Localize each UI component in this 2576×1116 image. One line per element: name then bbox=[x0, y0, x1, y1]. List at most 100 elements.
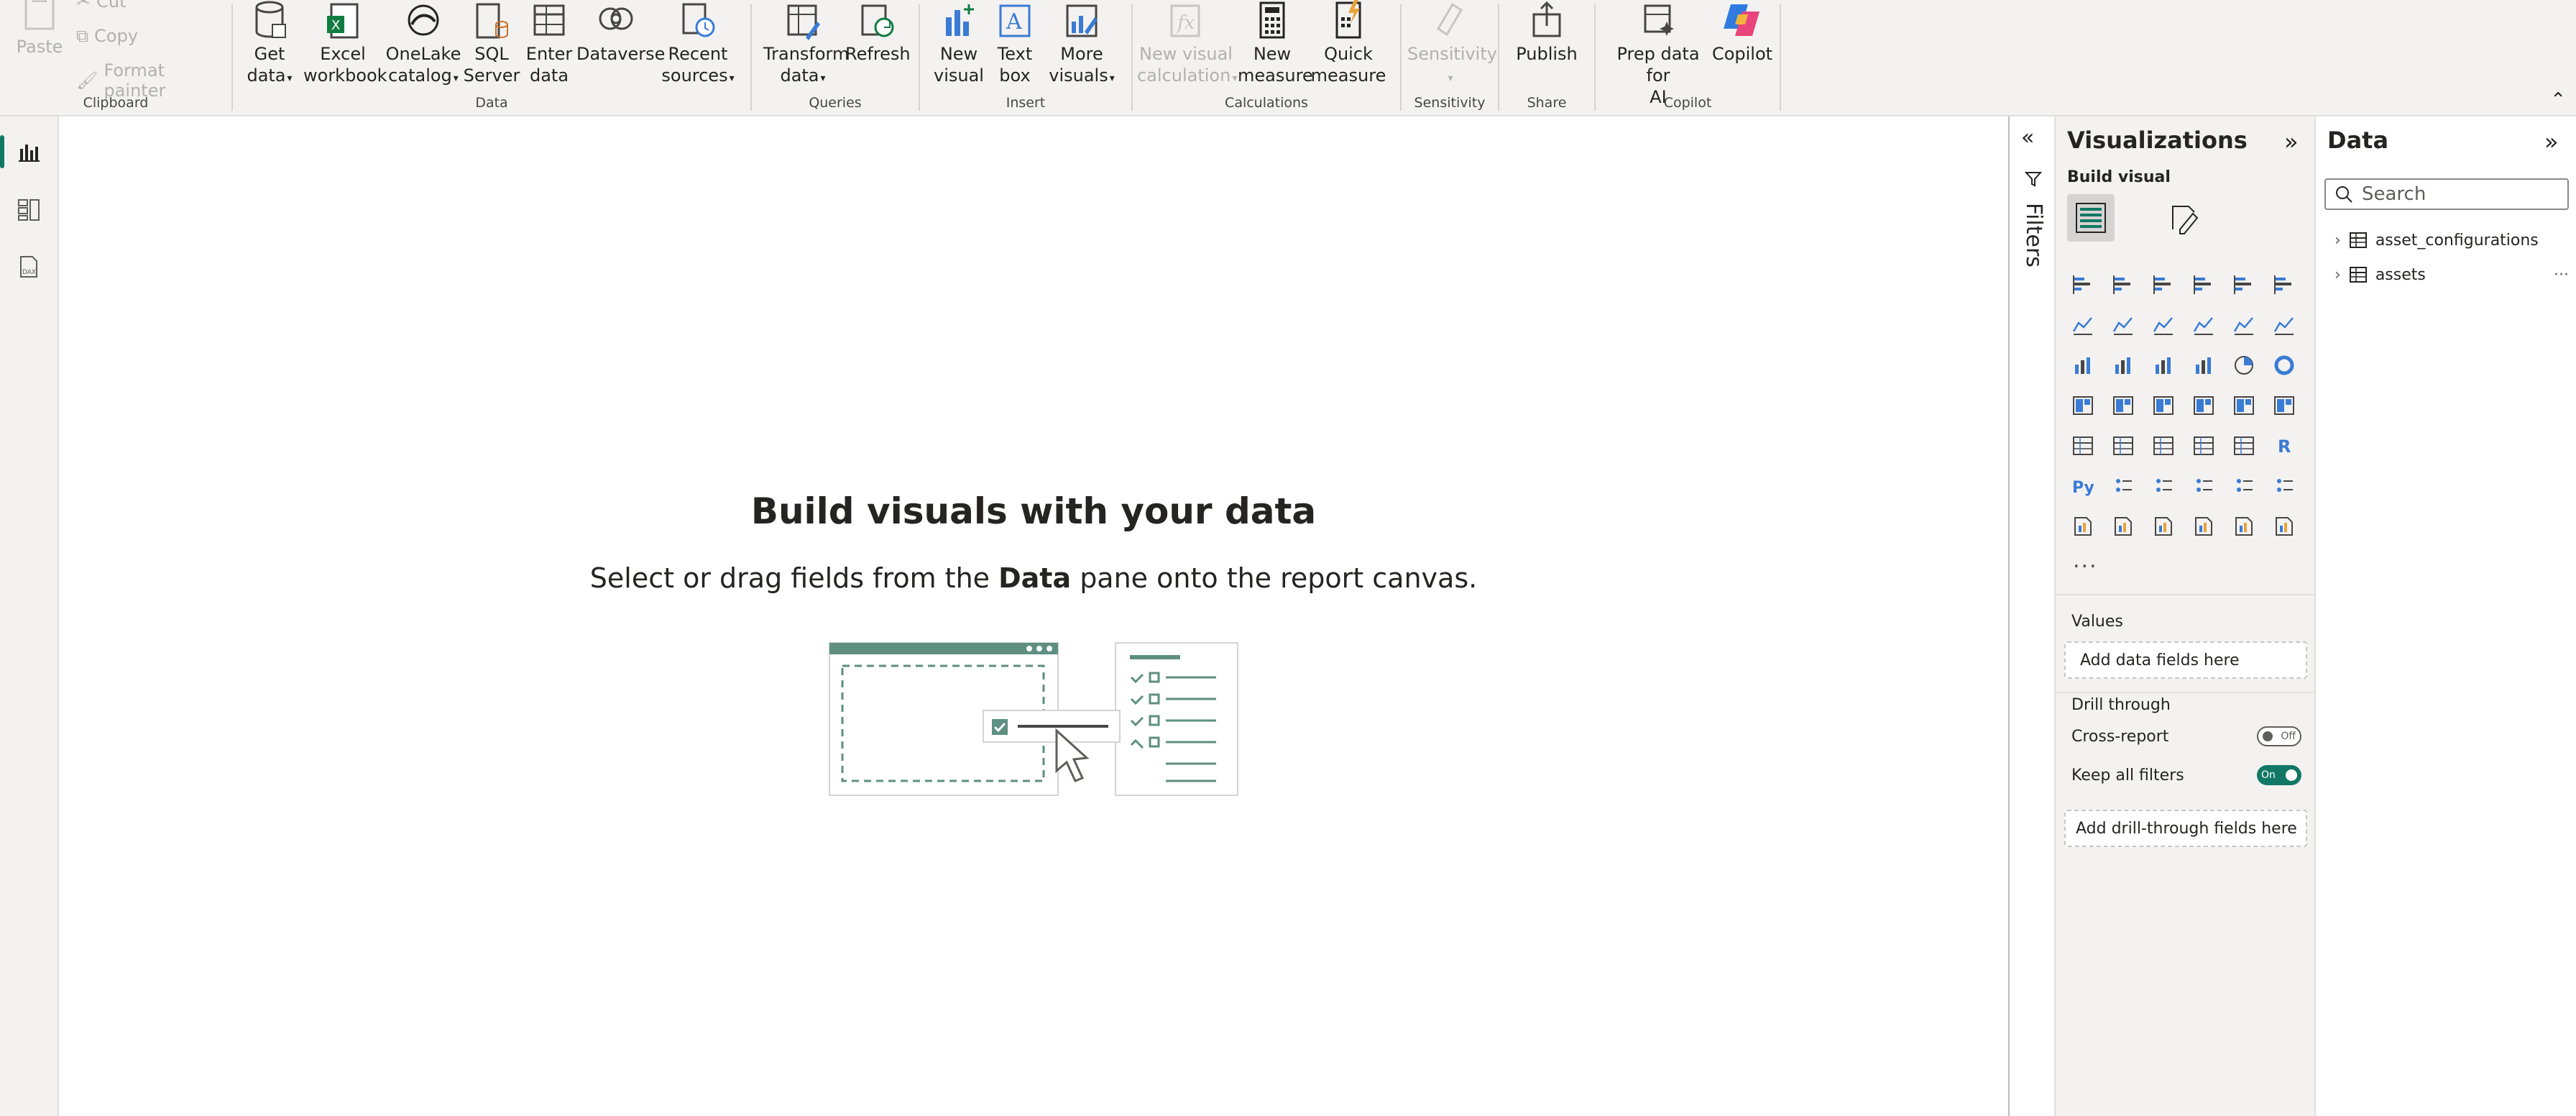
power-automate-icon[interactable] bbox=[2148, 511, 2179, 542]
chevron-right-icon[interactable]: › bbox=[2334, 266, 2341, 284]
collapse-data-button[interactable]: » bbox=[2544, 128, 2559, 155]
key-influencers-icon[interactable] bbox=[2107, 470, 2139, 502]
format-visual-tab[interactable] bbox=[2161, 194, 2208, 242]
filters-pane-collapsed[interactable]: « Filters bbox=[2008, 116, 2056, 1116]
funnel-icon[interactable] bbox=[2148, 349, 2179, 381]
excel-workbook-button[interactable]: X Excel workbook bbox=[303, 0, 387, 86]
data-group-label: Data bbox=[475, 95, 508, 111]
prep-data-ai-button[interactable]: Prep data for AI bbox=[1604, 0, 1712, 108]
text-box-button[interactable]: A Text box bbox=[989, 0, 1041, 86]
kpi-icon[interactable] bbox=[2107, 430, 2139, 462]
refresh-button[interactable]: Refresh bbox=[845, 0, 911, 65]
transform-data-button[interactable]: Transform data ▾ bbox=[763, 0, 849, 89]
goals-icon[interactable] bbox=[2268, 470, 2300, 502]
new-visual-calculation-button[interactable]: fx New visual calculation ▾ bbox=[1137, 0, 1237, 89]
stacked-column-icon[interactable] bbox=[2107, 269, 2139, 301]
matrix-icon[interactable] bbox=[2228, 430, 2260, 462]
pie-chart-icon[interactable] bbox=[2228, 349, 2260, 381]
build-visual-tab[interactable] bbox=[2067, 194, 2115, 242]
power-apps-icon[interactable] bbox=[2107, 511, 2139, 542]
data-search-box[interactable] bbox=[2324, 178, 2569, 210]
line-clustered-column-icon[interactable] bbox=[2268, 309, 2300, 341]
donut-chart-icon[interactable] bbox=[2268, 349, 2300, 381]
line-column-icon[interactable] bbox=[2228, 309, 2260, 341]
stacked-area-icon[interactable] bbox=[2148, 309, 2179, 341]
clustered-column-icon[interactable] bbox=[2188, 269, 2220, 301]
100-stacked-column-icon[interactable] bbox=[2268, 269, 2300, 301]
canvas-title: Build visuals with your data bbox=[750, 490, 1317, 532]
clustered-bar-icon[interactable] bbox=[2148, 269, 2179, 301]
gauge-icon[interactable] bbox=[2228, 390, 2260, 421]
data-search-input[interactable] bbox=[2362, 183, 2556, 205]
diamond-icon[interactable] bbox=[2228, 511, 2260, 542]
paste-button[interactable]: Paste bbox=[9, 0, 70, 58]
table-icon bbox=[2349, 267, 2367, 283]
python-icon[interactable]: Py bbox=[2067, 470, 2099, 502]
ribbon-chart-icon[interactable] bbox=[2188, 309, 2220, 341]
stacked-bar-icon[interactable] bbox=[2067, 269, 2099, 301]
line-stacked-column-icon[interactable] bbox=[2067, 349, 2099, 381]
chevron-visual-icon[interactable] bbox=[2268, 511, 2300, 542]
table-icon[interactable] bbox=[2188, 430, 2220, 462]
paginated-report-icon[interactable] bbox=[2067, 511, 2099, 542]
waterfall-icon[interactable] bbox=[2107, 349, 2139, 381]
values-dropzone[interactable]: Add data fields here bbox=[2064, 641, 2307, 679]
new-measure-button[interactable]: New measure bbox=[1238, 0, 1313, 86]
dataverse-button[interactable]: Dataverse bbox=[576, 0, 665, 65]
collapse-ribbon-button[interactable]: ⌃ bbox=[2550, 89, 2566, 111]
power-bi-icon[interactable] bbox=[2188, 511, 2220, 542]
sql-server-button[interactable]: SQL Server bbox=[463, 0, 520, 86]
table-node-assets[interactable]: › assets ··· bbox=[2334, 260, 2572, 289]
area-chart-icon[interactable] bbox=[2107, 309, 2139, 341]
chevron-down-icon: ▾ bbox=[287, 73, 293, 84]
copilot-button[interactable]: Copilot bbox=[1709, 0, 1775, 65]
report-canvas[interactable]: Build visuals with your data Select or d… bbox=[59, 116, 2008, 1116]
data-pane: Data » › asset_configurations › assets ·… bbox=[2316, 116, 2576, 1116]
qa-icon[interactable] bbox=[2188, 470, 2220, 502]
sensitivity-button[interactable]: Sensitivity ▾ bbox=[1407, 0, 1497, 89]
collapse-visualizations-button[interactable]: » bbox=[2284, 128, 2299, 155]
onelake-label-1: OneLake bbox=[385, 44, 461, 64]
model-view-button[interactable]: DAX bbox=[0, 242, 58, 292]
new-visual-button[interactable]: New visual bbox=[930, 0, 988, 86]
100-stacked-bar-icon[interactable] bbox=[2228, 269, 2260, 301]
keep-filters-toggle[interactable]: On bbox=[2257, 765, 2301, 785]
more-visuals-button[interactable]: More visuals ▾ bbox=[1042, 0, 1121, 89]
scatter-icon[interactable] bbox=[2188, 349, 2220, 381]
recent-sources-button[interactable]: Recent sources ▾ bbox=[658, 0, 737, 89]
enter-data-button[interactable]: Enter data bbox=[523, 0, 575, 86]
more-options-button[interactable]: ··· bbox=[2554, 266, 2569, 284]
filled-map-icon[interactable] bbox=[2148, 390, 2179, 421]
slicer-icon[interactable] bbox=[2148, 430, 2179, 462]
queries-group: Transform data ▾ Refresh Queries bbox=[752, 0, 919, 115]
onelake-catalog-button[interactable]: OneLake catalog ▾ bbox=[385, 0, 461, 89]
copy-button[interactable]: ⧉ Copy bbox=[76, 26, 138, 46]
azure-map-icon[interactable] bbox=[2188, 390, 2220, 421]
table-view-button[interactable] bbox=[0, 184, 58, 234]
table-node-asset-configurations[interactable]: › asset_configurations bbox=[2334, 226, 2572, 255]
chevron-right-icon[interactable]: › bbox=[2334, 232, 2341, 250]
prep-label-1: Prep data for bbox=[1616, 44, 1700, 86]
map-icon[interactable] bbox=[2107, 390, 2139, 421]
expand-filters-button[interactable]: « bbox=[2021, 125, 2034, 150]
cut-button[interactable]: ✂ Cut bbox=[76, 0, 126, 12]
quick-measure-button[interactable]: Quick measure bbox=[1310, 0, 1387, 86]
publish-button[interactable]: Publish bbox=[1511, 0, 1583, 65]
cross-report-toggle[interactable]: Off bbox=[2257, 726, 2301, 746]
more-visuals-ellipsis[interactable]: ... bbox=[2073, 548, 2098, 573]
decomposition-tree-icon[interactable] bbox=[2148, 470, 2179, 502]
card-icon[interactable] bbox=[2268, 390, 2300, 421]
line-chart-icon[interactable] bbox=[2067, 309, 2099, 341]
r-script-icon[interactable]: R bbox=[2268, 430, 2300, 462]
build-visual-illustration bbox=[829, 642, 1238, 796]
treemap-icon[interactable] bbox=[2067, 390, 2099, 421]
multi-row-card-icon[interactable] bbox=[2067, 430, 2099, 462]
report-view-button[interactable] bbox=[0, 127, 58, 177]
format-visual-icon bbox=[2172, 206, 2199, 234]
smart-narrative-icon[interactable] bbox=[2228, 470, 2260, 502]
chevron-down-icon: ▾ bbox=[453, 73, 459, 84]
drill-through-dropzone[interactable]: Add drill-through fields here bbox=[2064, 810, 2307, 847]
get-data-button[interactable]: Get data ▾ bbox=[239, 0, 300, 89]
svg-text:fx: fx bbox=[1176, 12, 1195, 34]
keep-filters-label: Keep all filters bbox=[2071, 766, 2184, 785]
